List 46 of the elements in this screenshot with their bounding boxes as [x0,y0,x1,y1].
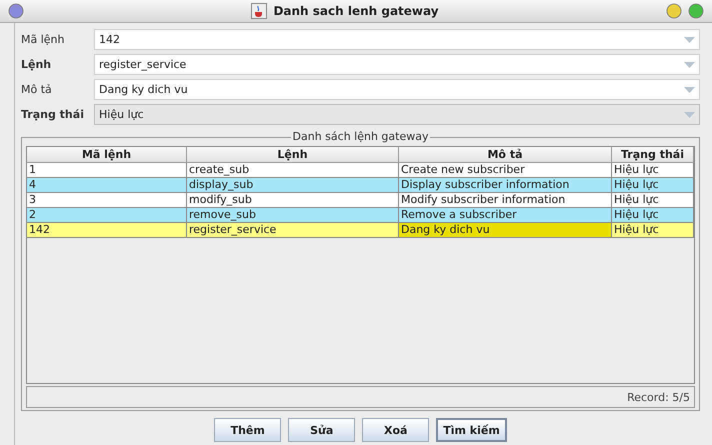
table-cell[interactable]: modify_sub [187,193,399,208]
action-button[interactable]: Tìm kiếm [436,418,507,442]
combo-box[interactable]: Dang ky dich vu [94,79,700,100]
table-cell[interactable]: Modify subscriber information [399,193,612,208]
table-cell[interactable]: display_sub [187,178,399,193]
dropdown-arrow-icon [684,62,695,68]
field-label: Lệnh [21,58,52,71]
table-cell[interactable]: Display subscriber information [399,178,612,193]
dropdown-arrow-icon [684,36,695,42]
table-cell[interactable]: register_service [187,223,399,238]
dropdown-arrow-icon [684,112,695,118]
record-count: Record: 5/5 [627,390,690,404]
table-cell[interactable]: Hiệu lực [612,208,694,223]
field-label: Mô tả [21,83,53,96]
table-cell[interactable]: Create new subscriber [399,163,612,178]
column-header[interactable]: Mã lệnh [27,147,187,163]
field-label: Trạng thái [21,108,85,121]
table-cell[interactable]: 3 [27,193,187,208]
minimize-button[interactable] [666,3,682,19]
column-header[interactable]: Lệnh [187,147,399,163]
action-button[interactable]: Xoá [362,418,430,442]
column-header[interactable]: Trạng thái [612,147,694,163]
java-cup-icon [251,3,268,19]
table-cell[interactable]: 1 [27,163,187,178]
window-menu-icon[interactable] [8,3,24,19]
field-label: Mã lệnh [21,33,66,46]
action-button[interactable]: Sửa [288,418,356,442]
table-cell[interactable]: Hiệu lực [612,178,694,193]
combo-box[interactable]: register_service [94,54,700,75]
window-title: Danh sach lenh gateway [273,4,439,18]
table-cell[interactable]: 4 [27,178,187,193]
table-cell[interactable]: 2 [27,208,187,223]
table-cell[interactable]: create_sub [187,163,399,178]
table-cell[interactable]: Hiệu lực [612,163,694,178]
table-cell[interactable]: 142 [27,223,187,238]
table-cell[interactable]: Remove a subscriber [399,208,612,223]
combo-box[interactable]: 142 [94,29,700,50]
dropdown-arrow-icon [684,86,695,92]
action-button[interactable]: Thêm [214,418,282,442]
table-cell[interactable]: remove_sub [187,208,399,223]
maximize-button[interactable] [688,3,704,19]
table-cell[interactable]: Hiệu lực [612,193,694,208]
table-cell[interactable]: Dang ky dich vu [399,223,612,238]
group-title: Danh sách lệnh gateway [290,130,430,143]
column-header[interactable]: Mô tả [399,147,612,163]
table-cell[interactable]: Hiệu lực [612,223,694,238]
